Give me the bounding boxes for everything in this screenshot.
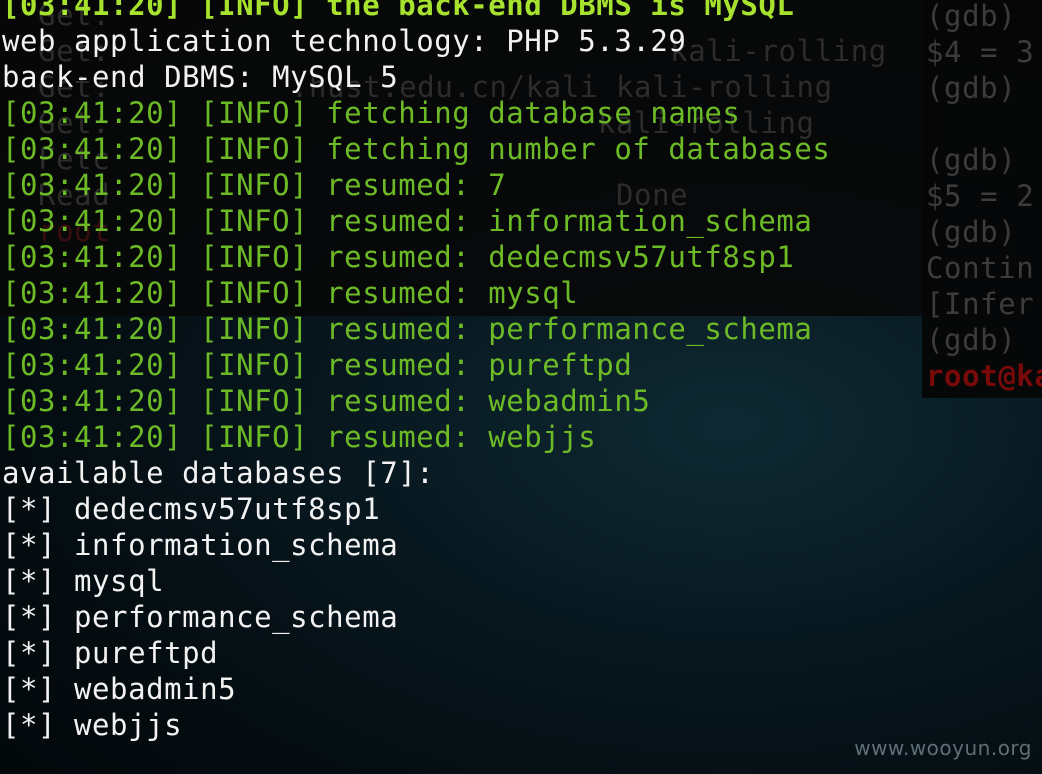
site-watermark: www.wooyun.org [854,736,1032,760]
terminal-line: [03:41:20] [INFO] resumed: information_s… [2,204,813,238]
terminal-line: [03:41:20] [INFO] resumed: webjjs [2,420,597,454]
terminal-line: [03:41:20] [INFO] fetching database name… [2,96,741,130]
desktop-screen: Get: Get: kali-rolling Get: .hust.edu.cn… [0,0,1042,774]
terminal-line: [03:41:20] [INFO] resumed: performance_s… [2,312,813,346]
terminal-line: available databases [7]: [2,456,435,490]
terminal-line: [*] dedecmsv57utf8sp1 [2,492,381,526]
terminal-line: [*] mysql [2,564,165,598]
terminal-line: [*] performance_schema [2,600,399,634]
terminal-line: web application technology: PHP 5.3.29 [2,24,687,58]
terminal-line: [03:41:20] [INFO] resumed: mysql [2,276,579,310]
terminal-line: [03:41:20] [INFO] resumed: pureftpd [2,348,633,382]
terminal-line: [*] pureftpd [2,636,219,670]
terminal-header-line: [03:41:20] [INFO] the back-end DBMS is M… [2,0,795,22]
terminal-line: [03:41:20] [INFO] fetching number of dat… [2,132,831,166]
terminal-line: [*] webjjs [2,708,183,742]
terminal-line: back-end DBMS: MySQL 5 [2,60,399,94]
terminal-line: [03:41:20] [INFO] resumed: webadmin5 [2,384,651,418]
terminal-line: [*] webadmin5 [2,672,237,706]
terminal-line: [*] information_schema [2,528,399,562]
terminal-line: [03:41:20] [INFO] resumed: 7 [2,168,507,202]
sqlmap-terminal-output[interactable]: [03:41:20] [INFO] the back-end DBMS is M… [0,0,1042,774]
terminal-line: [03:41:20] [INFO] resumed: dedecmsv57utf… [2,240,795,274]
